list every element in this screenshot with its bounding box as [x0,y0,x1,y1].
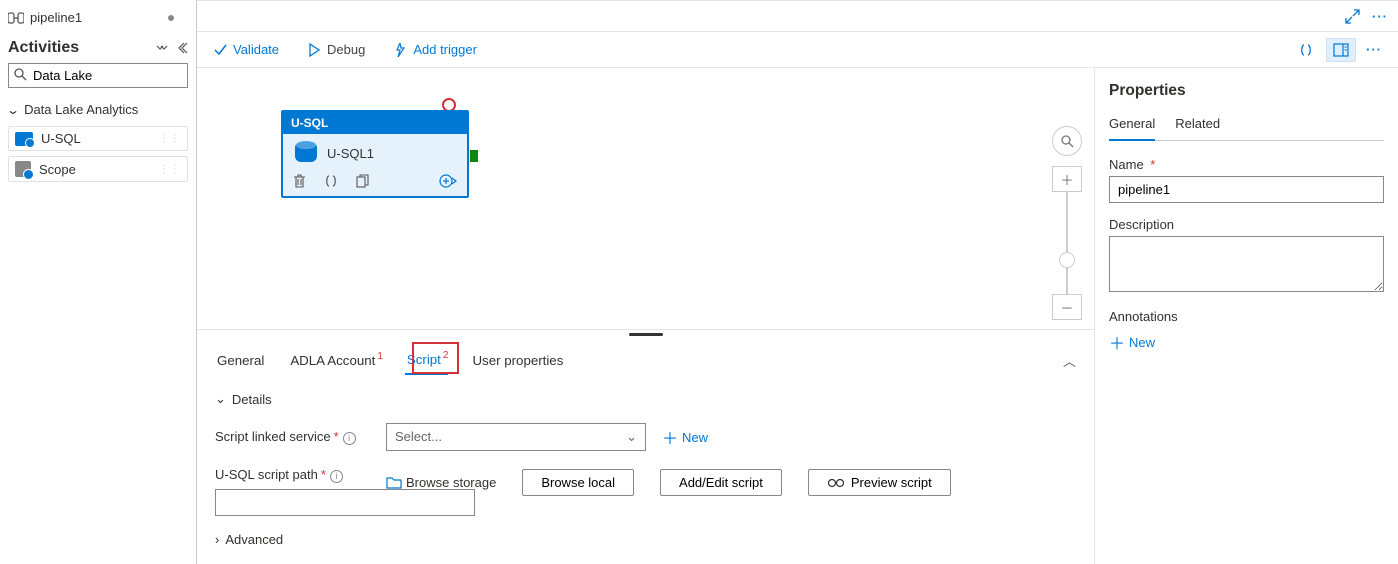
category-data-lake-analytics[interactable]: ⌄ Data Lake Analytics [6,98,190,121]
main-area: ··· Validate Debug Add trigger [197,0,1398,564]
info-icon[interactable]: i [343,432,356,445]
browse-local-button[interactable]: Browse local [522,469,634,496]
drag-grip-icon: ⋮⋮ [159,133,181,144]
add-edit-script-button[interactable]: Add/Edit script [660,469,782,496]
action-bar: Validate Debug Add trigger ··· [197,32,1398,68]
chevron-down-icon: ⌄ [6,103,20,117]
browse-storage-button[interactable]: Browse storage [386,475,496,490]
chevron-down-icon: ⌄ [626,429,637,445]
expand-window-icon[interactable] [1345,9,1360,24]
activity-node-usql[interactable]: U-SQL U-SQL1 [281,110,469,198]
node-name: U-SQL1 [327,146,374,161]
advanced-section-toggle[interactable]: › Advanced [215,532,1076,547]
copy-icon[interactable] [356,174,369,188]
add-trigger-button[interactable]: Add trigger [389,40,481,59]
properties-toggle-button[interactable] [1326,38,1356,62]
activities-sidebar: pipeline1 Activities ⌄ Data Lake Analyti… [0,0,197,564]
chevron-down-icon: ⌄ [215,391,226,407]
properties-pane: Properties General Related Name * Descri… [1094,68,1398,564]
activities-title: Activities [8,39,79,57]
script-path-label: U-SQL script path*i [215,467,370,516]
resize-grabber[interactable] [629,333,663,336]
tab-general[interactable]: General [215,347,266,374]
tab-script[interactable]: Script2 [405,346,449,375]
new-linked-service-button[interactable]: ＋New [662,425,708,449]
zoom-slider[interactable] [1066,192,1068,294]
more-icon[interactable]: ··· [1372,9,1388,24]
config-tabs: General ADLA Account1 Script2 User prope… [215,346,1076,375]
zoom-in-button[interactable]: ＋ [1052,166,1082,192]
tab-title: pipeline1 [30,10,82,25]
chevron-right-icon: › [215,532,219,547]
info-icon[interactable]: i [330,470,343,483]
activity-scope[interactable]: Scope ⋮⋮ [8,156,188,182]
glasses-icon [827,478,845,488]
details-section-toggle[interactable]: ⌄ Details [215,391,1076,407]
add-output-icon[interactable] [439,174,457,188]
search-input[interactable] [8,63,188,88]
annotations-label: Annotations [1109,309,1384,324]
linked-service-select[interactable]: Select...⌄ [386,423,646,451]
folder-icon [386,476,402,489]
config-pane: General ADLA Account1 Script2 User prope… [197,329,1094,564]
prop-tab-related[interactable]: Related [1175,114,1220,140]
linked-service-label: Script linked service*i [215,429,370,445]
open-tab[interactable]: pipeline1 [6,8,190,33]
description-label: Description [1109,217,1384,232]
delete-icon[interactable] [293,174,306,188]
collapse-pane-icon[interactable]: ︿ [1063,351,1076,370]
window-topbar: ··· [197,1,1398,32]
output-connector[interactable] [470,150,478,162]
zoom-out-button[interactable]: － [1052,294,1082,320]
zoom-controls: ＋ － [1052,126,1082,320]
zoom-fit-button[interactable] [1052,126,1082,156]
check-icon [213,43,227,57]
pipeline-icon [8,11,24,25]
unsaved-dot-icon [168,15,174,21]
collapse-panel-icon[interactable] [176,42,188,54]
cylinder-icon [295,144,317,162]
prop-tab-general[interactable]: General [1109,114,1155,141]
tab-user-properties[interactable]: User properties [470,347,565,374]
new-annotation-button[interactable]: ＋New [1109,330,1384,354]
name-label: Name * [1109,157,1384,172]
pipeline-canvas[interactable]: U-SQL U-SQL1 ＋ [197,68,1094,564]
drag-grip-icon: ⋮⋮ [159,164,181,175]
play-icon [307,43,321,57]
zoom-thumb[interactable] [1059,252,1075,268]
code-icon[interactable] [324,174,338,188]
more-actions-icon[interactable]: ··· [1362,42,1386,57]
activity-u-sql[interactable]: U-SQL ⋮⋮ [8,126,188,151]
validate-button[interactable]: Validate [209,40,283,59]
tab-adla-account[interactable]: ADLA Account1 [288,347,383,374]
scope-icon [15,161,31,177]
description-input[interactable] [1109,236,1384,292]
properties-title: Properties [1109,82,1384,100]
debug-button[interactable]: Debug [303,40,369,59]
code-view-button[interactable] [1292,39,1320,61]
node-type-label: U-SQL [283,112,467,134]
name-input[interactable] [1109,176,1384,203]
preview-script-button[interactable]: Preview script [808,469,951,496]
usql-icon [15,132,33,146]
trigger-icon [393,43,407,57]
activity-search[interactable] [8,63,188,88]
expand-all-icon[interactable] [156,42,168,54]
search-icon [13,67,27,81]
